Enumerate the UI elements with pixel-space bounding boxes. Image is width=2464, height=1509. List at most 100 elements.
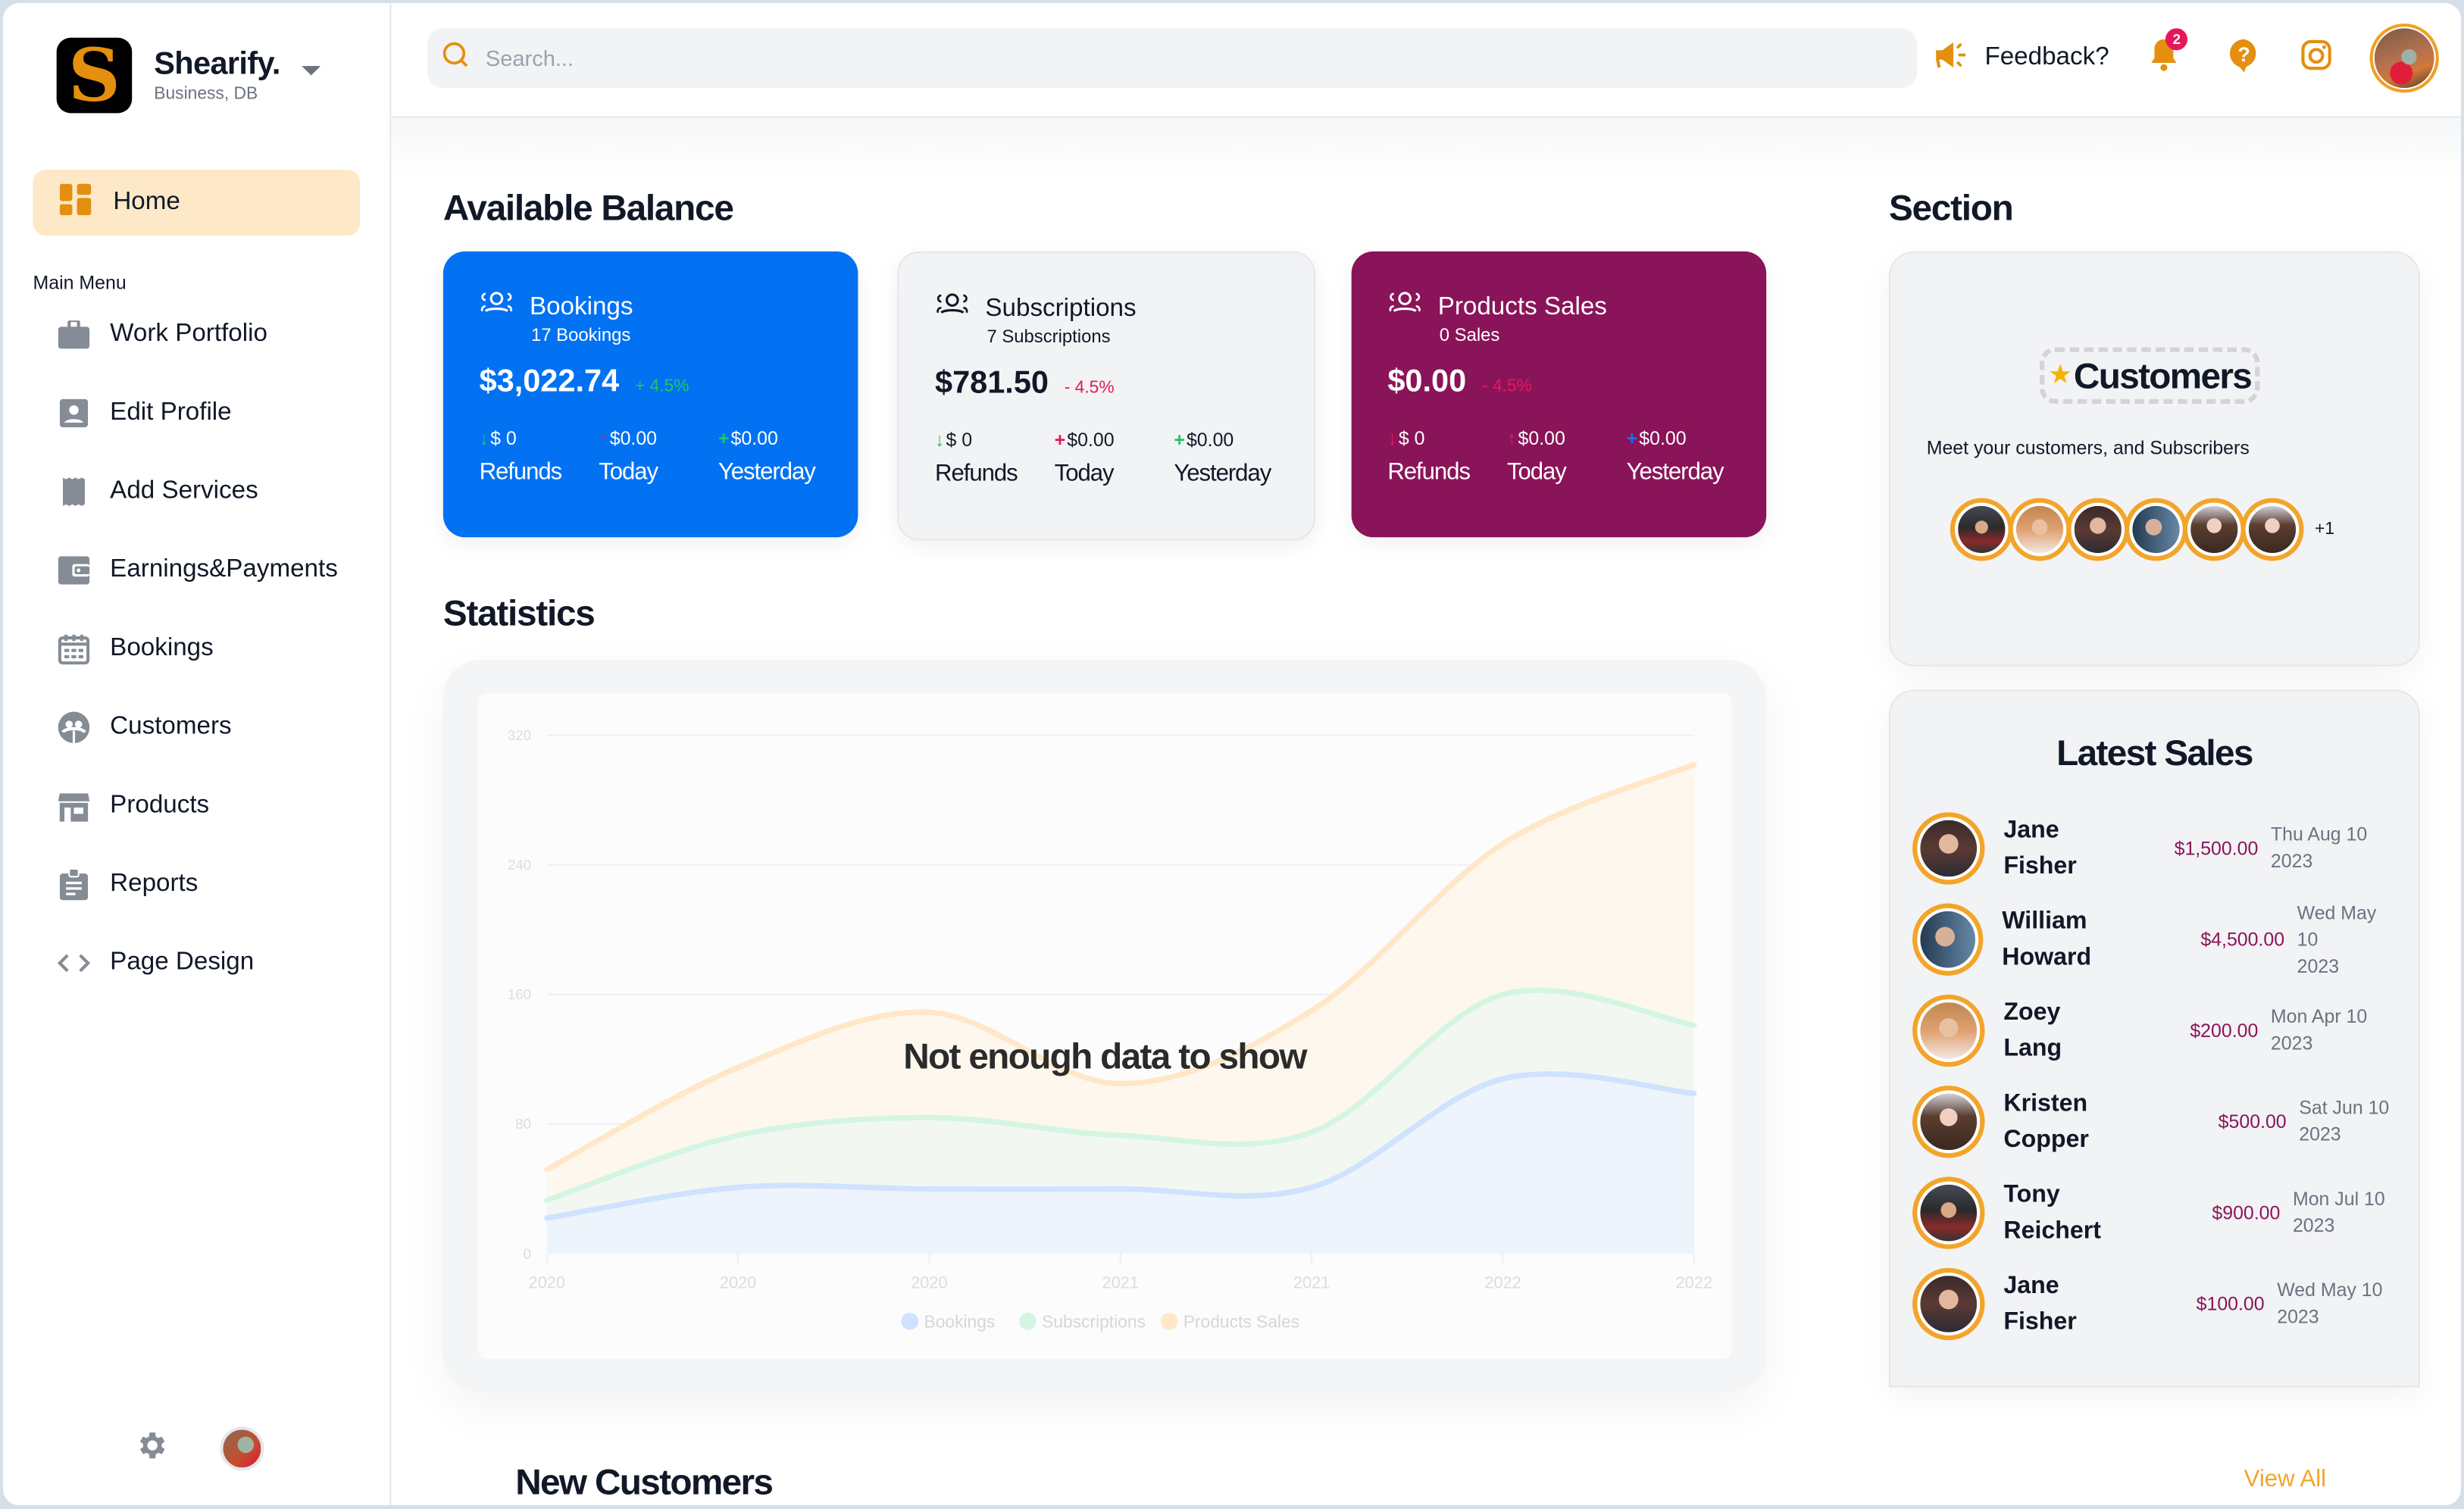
x-tick-label: 2021 bbox=[1102, 1273, 1139, 1292]
sidebar-item-home[interactable]: Home bbox=[33, 169, 360, 236]
sale-row[interactable]: Tony Reichert $900.00 Mon Jul 10 2023 bbox=[1912, 1173, 2400, 1252]
customers-panel: ★ Customers Meet your customers, and Sub… bbox=[1888, 251, 2420, 667]
subscriptions-card[interactable]: Subscriptions 7 Subscriptions $781.50 - 4… bbox=[897, 251, 1315, 541]
card-stats: ↓ $ 0 Refunds ↑ $0.00 Today + $0.00 Yesterday bbox=[1387, 427, 1749, 486]
legend-label: Bookings bbox=[924, 1312, 996, 1332]
stat-label: Yesterday bbox=[1626, 458, 1724, 486]
products-sales-card[interactable]: Products Sales 0 Sales $0.00 - 4.5% ↓ $ 0 R… bbox=[1351, 251, 1767, 538]
feedback-button[interactable]: Feedback? bbox=[1934, 40, 2109, 77]
customer-avatar[interactable] bbox=[2182, 498, 2246, 561]
bookings-card[interactable]: Bookings 17 Bookings $3,022.74 + 4.5% ↓ $ … bbox=[442, 251, 858, 538]
sidebar-item-reports[interactable]: Reports bbox=[33, 845, 360, 924]
user-avatar[interactable] bbox=[220, 1426, 264, 1471]
receipt-icon bbox=[57, 477, 92, 506]
stat-value: $ 0 bbox=[490, 427, 517, 450]
sidebar-item-label: Work Portfolio bbox=[110, 320, 267, 348]
sidebar-item-page-design[interactable]: Page Design bbox=[33, 924, 360, 1003]
profile-card-icon bbox=[57, 398, 92, 428]
sidebar-item-add-services[interactable]: Add Services bbox=[33, 452, 360, 531]
customer-avatar[interactable] bbox=[1950, 498, 2013, 561]
statistics-chart: 0 80 160 240 320 2020 2020 2020 2021 2021 2022 2022… bbox=[477, 692, 1732, 1360]
sale-row[interactable]: Jane Fisher $100.00 Wed May 10 2023 bbox=[1912, 1265, 2400, 1344]
card-subtitle: 0 Sales bbox=[1439, 326, 1500, 346]
sale-amount: $100.00 bbox=[2196, 1292, 2265, 1315]
sidebar-item-earnings-payments[interactable]: Earnings&Payments bbox=[33, 531, 360, 610]
customer-avatar[interactable] bbox=[2125, 498, 2188, 561]
sidebar-item-label: Home bbox=[113, 188, 180, 216]
gear-icon[interactable] bbox=[135, 1427, 170, 1470]
customer-avatar[interactable] bbox=[2240, 498, 2304, 561]
sidebar-item-bookings[interactable]: Bookings bbox=[33, 610, 360, 689]
y-tick-label: 0 bbox=[524, 1245, 531, 1261]
sale-row[interactable]: William Howard $4,500.00 Wed May 10 2023 bbox=[1912, 900, 2400, 979]
card-stats: ↓ $ 0 Refunds ↑ $0.00 Today + $0.00 Yesterday bbox=[480, 427, 841, 486]
sale-row[interactable]: Zoey Lang $200.00 Mon Apr 10 2023 bbox=[1912, 992, 2400, 1070]
card-amount: $3,022.74 + 4.5% bbox=[480, 364, 689, 401]
instagram-button[interactable] bbox=[2301, 39, 2332, 78]
sidebar-item-work-portfolio[interactable]: Work Portfolio bbox=[33, 295, 360, 374]
topbar: Feedback? 2 ? bbox=[391, 3, 2461, 118]
delta-badge: - 4.5% bbox=[1064, 378, 1115, 398]
statistics-panel: 0 80 160 240 320 2020 2020 2020 2021 2021 2022 2022… bbox=[442, 660, 1767, 1392]
sale-date: Wed May 10 2023 bbox=[2297, 901, 2377, 976]
stat-label: Refunds bbox=[479, 458, 563, 486]
search-bar[interactable] bbox=[427, 28, 1918, 89]
latest-sales-panel: Latest Sales Jane Fisher $1,500.00 Thu Au… bbox=[1888, 689, 2420, 1388]
view-all-link[interactable]: View All bbox=[2244, 1466, 2326, 1492]
amount-value: $3,022.74 bbox=[479, 364, 620, 399]
notifications-button[interactable]: 2 bbox=[2150, 27, 2188, 80]
more-customers-count[interactable]: +1 bbox=[2315, 520, 2334, 539]
customers-description: Meet your customers, and Subscribers bbox=[1926, 436, 2250, 459]
profile-avatar[interactable] bbox=[2369, 23, 2440, 93]
available-balance-heading: Available Balance bbox=[442, 186, 734, 228]
brand-switcher[interactable]: S Shearify. Business, DB bbox=[56, 37, 321, 114]
main-content: Available Balance Bookings 17 Bookings $… bbox=[391, 117, 2461, 1505]
stat-value: $0.00 bbox=[1067, 429, 1115, 451]
sidebar-item-edit-profile[interactable]: Edit Profile bbox=[33, 374, 360, 453]
sale-row[interactable]: Jane Fisher $1,500.00 Thu Aug 10 2023 bbox=[1912, 809, 2400, 888]
new-customers-heading: New Customers bbox=[515, 1461, 774, 1502]
customer-avatar bbox=[1912, 994, 1985, 1067]
sale-date: Sat Jun 10 2023 bbox=[2299, 1096, 2390, 1145]
help-icon: ? bbox=[2228, 37, 2259, 80]
stat-value: $ 0 bbox=[1398, 427, 1425, 450]
sidebar-item-label: Page Design bbox=[110, 948, 255, 976]
stat-yesterday: + $0.00 Yesterday bbox=[1174, 429, 1296, 487]
arrow-up-icon: ↑ bbox=[599, 427, 608, 450]
customer-name: Tony Reichert bbox=[2003, 1181, 2102, 1245]
legend-marker bbox=[1160, 1312, 1178, 1330]
stat-refunds: ↓ $ 0 Refunds bbox=[935, 429, 1055, 487]
customer-avatar[interactable] bbox=[2008, 498, 2072, 561]
card-stats: ↓ $ 0 Refunds + $0.00 Today + $0.00 Yesterday bbox=[935, 429, 1296, 487]
stat-label: Yesterday bbox=[718, 458, 816, 486]
brand-logo: S bbox=[56, 37, 133, 114]
notification-badge: 2 bbox=[2165, 27, 2188, 50]
sale-date: Thu Aug 10 2023 bbox=[2270, 823, 2368, 873]
search-input[interactable] bbox=[482, 44, 1872, 73]
customer-avatar bbox=[1912, 1086, 1985, 1158]
caret-down-icon[interactable] bbox=[302, 66, 321, 76]
sidebar-item-products[interactable]: Products bbox=[33, 767, 360, 845]
arrow-down-icon: ↓ bbox=[935, 429, 945, 451]
stat-value: $0.00 bbox=[1518, 427, 1565, 450]
users-icon bbox=[935, 291, 970, 327]
users-icon bbox=[480, 289, 514, 326]
arrow-up-icon: ↑ bbox=[1506, 427, 1517, 450]
y-tick-label: 320 bbox=[508, 727, 531, 743]
plus-icon: + bbox=[1626, 427, 1638, 450]
sale-date: Mon Jul 10 2023 bbox=[2292, 1187, 2385, 1237]
sidebar: S Shearify. Business, DB Home Main Menu … bbox=[3, 3, 392, 1505]
svg-text:?: ? bbox=[2238, 42, 2250, 65]
sale-row[interactable]: Kristen Copper $500.00 Sat Jun 10 2023 bbox=[1912, 1083, 2400, 1161]
store-icon bbox=[57, 790, 92, 822]
sidebar-item-customers[interactable]: Customers bbox=[33, 688, 360, 767]
customer-name: Jane Fisher bbox=[2003, 1272, 2077, 1336]
customers-tag[interactable]: ★ Customers bbox=[2040, 347, 2260, 405]
customer-avatar[interactable] bbox=[2066, 498, 2130, 561]
arrow-down-icon: ↓ bbox=[479, 427, 489, 450]
customers-tag-label: Customers bbox=[2073, 354, 2253, 395]
legend-marker bbox=[1018, 1312, 1037, 1330]
stat-value: $ 0 bbox=[946, 429, 973, 451]
help-button[interactable]: ? bbox=[2228, 37, 2259, 80]
sidebar-item-label: Bookings bbox=[110, 634, 214, 662]
